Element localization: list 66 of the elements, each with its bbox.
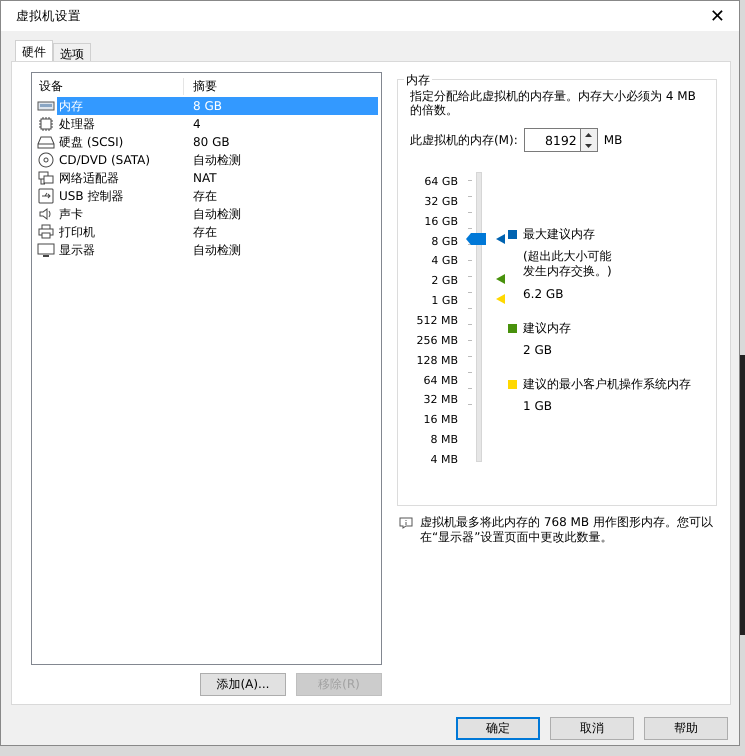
slider-thumb[interactable] [466,232,486,245]
legend-note: (超出此大小可能发生内存交换。) [523,249,613,279]
device-name[interactable]: 声卡 [57,206,85,222]
device-summary: 自动检测 [193,152,241,168]
device-summary: 存在 [193,188,217,204]
legend-title: 最大建议内存 [523,227,596,241]
up-arrow-icon [585,132,592,136]
scale-label: 32 MB [423,392,458,408]
close-button[interactable]: ✕ [704,6,731,26]
device-name[interactable]: 网络适配器 [57,170,121,186]
device-name[interactable]: 打印机 [57,224,97,240]
device-name[interactable]: CD/DVD (SATA) [57,152,152,168]
device-summary: 自动检测 [193,242,241,258]
spin-down-button[interactable] [580,140,597,151]
scale-label: 8 MB [430,432,458,448]
scale-label: 64 GB [424,174,458,190]
info-text: 虚拟机最多将此内存的 768 MB 用作图形内存。您可以在“显示器”设置页面中更改此数量。 [420,515,714,545]
monitor-icon [37,242,55,258]
dialog-button[interactable]: 取消 [550,717,634,740]
device-summary: NAT [193,171,217,185]
device-summary: 自动检测 [193,206,241,222]
device-name[interactable]: USB 控制器 [57,188,126,204]
column-header[interactable]: 摘要 [184,78,217,94]
network-icon [37,170,55,186]
device-name[interactable]: 处理器 [57,116,97,132]
device-name[interactable]: 显示器 [57,242,97,258]
scale-label: 512 MB [416,313,458,330]
down-arrow-icon [585,144,592,148]
device-name[interactable]: 硬盘 (SCSI) [57,134,126,150]
scale-label: 128 MB [416,352,458,369]
legend-value: 1 GB [523,399,553,413]
scale-label: 256 MB [416,332,458,349]
legend-value: 2 GB [523,343,553,357]
scale-label: 2 GB [431,273,458,290]
dialog-button[interactable]: 确定 [456,717,540,740]
unit-label: MB [604,133,622,147]
field-label: 此虚拟机的内存(M): [410,132,518,148]
disc-icon [37,152,55,168]
legend-title: 建议的最小客户机操作系统内存 [523,377,691,391]
scale-label: 64 MB [423,372,458,389]
hard-drive-icon [37,134,55,150]
scale-label: 8 GB [431,234,458,250]
scale-label: 16 GB [424,214,458,230]
scale-label: 4 MB [430,452,458,468]
chip-icon [37,116,55,132]
device-summary: 80 GB [193,135,230,149]
tab[interactable]: 硬件 [15,40,53,61]
legend-title: 建议内存 [523,321,571,335]
device-summary: 存在 [193,224,217,240]
device-summary: 4 [193,117,201,131]
scale-label: 16 MB [423,412,458,428]
scale-label: 1 GB [431,293,458,310]
info-icon [399,517,413,529]
printer-icon [37,224,55,240]
description-text: 指定分配给此虚拟机的内存量。内存大小必须为 4 MB 的倍数。 [410,89,697,117]
scale-label: 4 GB [431,253,458,270]
scale-label: 32 GB [424,194,458,210]
memory-field[interactable]: 8192 [524,128,580,152]
usb-icon [37,188,55,204]
column-header[interactable]: 设备 [33,78,184,94]
legend-value: 6.2 GB [523,287,564,301]
add-button[interactable]: 添加(A)... [200,673,286,696]
window-title: 虚拟机设置 [16,8,81,24]
tab[interactable]: 选项 [53,43,91,61]
spin-up-button[interactable] [580,129,597,140]
dialog-button[interactable]: 帮助 [644,717,728,740]
